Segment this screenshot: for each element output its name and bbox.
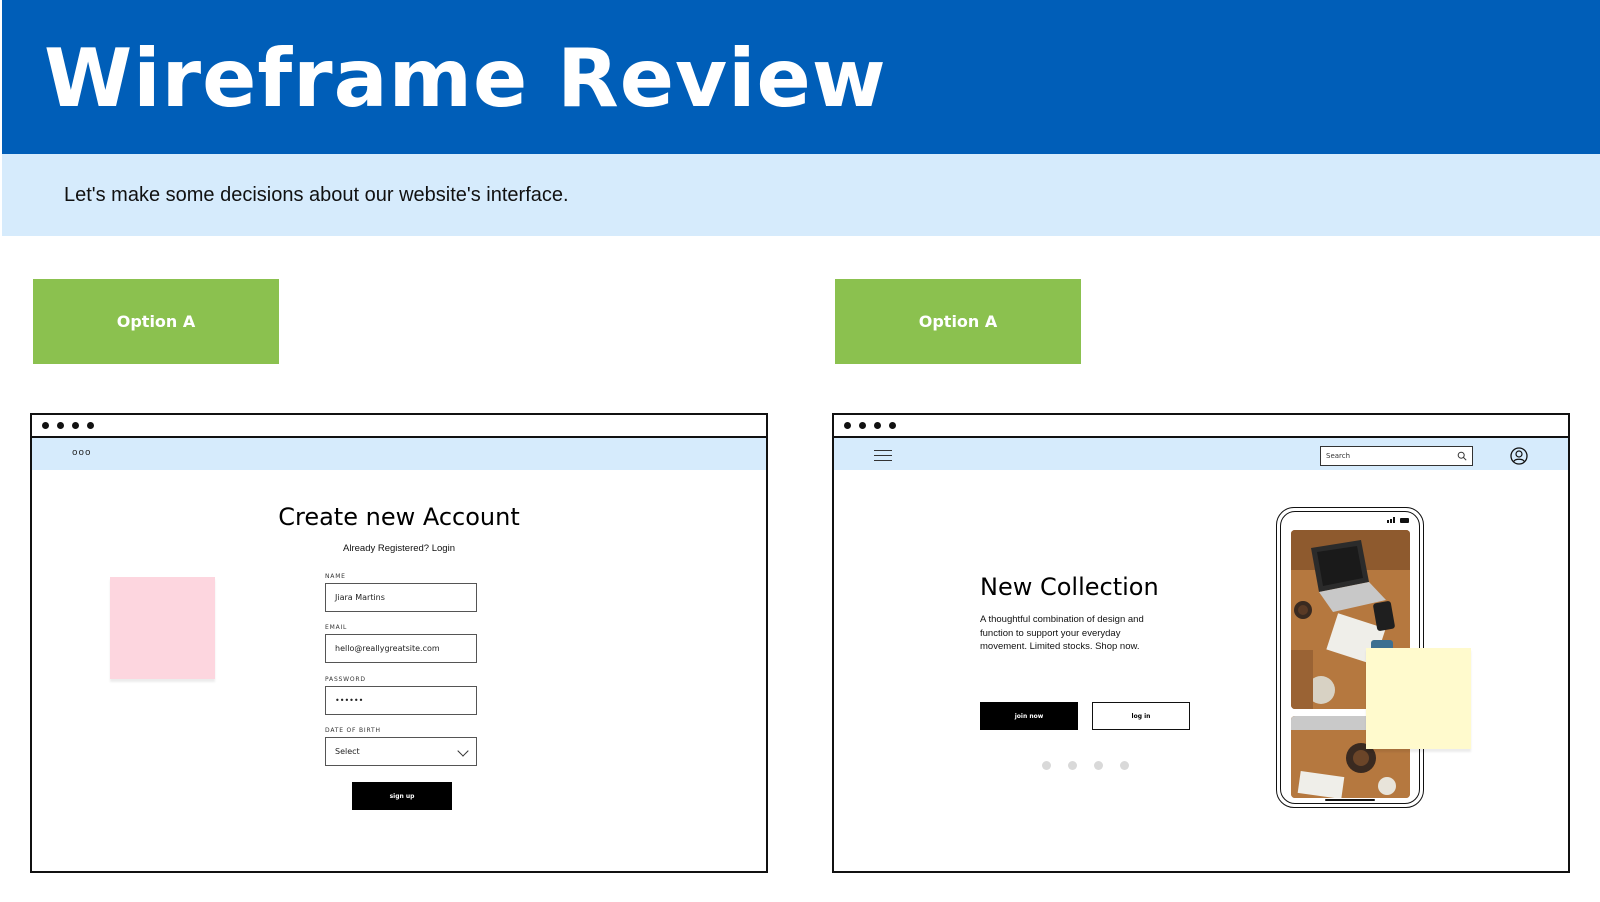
window-dot-icon xyxy=(874,422,881,429)
window-titlebar xyxy=(834,415,1568,438)
hamburger-menu-icon[interactable] xyxy=(874,450,892,462)
subtitle-banner: Let's make some decisions about our webs… xyxy=(2,154,1600,236)
carousel-dot[interactable] xyxy=(1042,761,1051,770)
carousel-dot[interactable] xyxy=(1094,761,1103,770)
window-titlebar xyxy=(32,415,766,438)
landing-wireframe: Search New Collection A thoughtful combi… xyxy=(832,413,1570,873)
page-title: Wireframe Review xyxy=(44,32,887,125)
window-dot-icon xyxy=(42,422,49,429)
home-indicator xyxy=(1325,799,1375,801)
name-value: Jiara Martins xyxy=(335,593,385,602)
wireframe-navbar: ooo xyxy=(32,438,766,470)
header-banner: Wireframe Review xyxy=(2,0,1600,154)
password-input[interactable]: •••••• xyxy=(325,686,477,715)
wireframe-navbar: Search xyxy=(834,438,1568,470)
dob-select[interactable]: Select xyxy=(325,737,477,766)
user-account-icon[interactable] xyxy=(1510,447,1528,465)
email-label: EMAIL xyxy=(325,624,348,631)
nav-logo[interactable]: ooo xyxy=(72,448,92,458)
carousel-dot[interactable] xyxy=(1120,761,1129,770)
sticky-note-pink xyxy=(110,577,215,679)
chevron-down-icon xyxy=(457,745,469,757)
window-dot-icon xyxy=(844,422,851,429)
hero-title: New Collection xyxy=(980,573,1159,601)
phone-status-icon xyxy=(1387,517,1409,523)
signup-title: Create new Account xyxy=(278,503,520,531)
hero-description: A thoughtful combination of design and f… xyxy=(980,614,1144,652)
password-value: •••••• xyxy=(335,696,364,705)
password-label: PASSWORD xyxy=(325,676,366,683)
window-dot-icon xyxy=(72,422,79,429)
name-input[interactable]: Jiara Martins xyxy=(325,583,477,612)
name-label: NAME xyxy=(325,573,346,580)
sticky-note-yellow xyxy=(1366,648,1471,749)
option-a-right-button[interactable]: Option A xyxy=(835,279,1081,364)
dob-label: DATE OF BIRTH xyxy=(325,727,381,734)
log-in-button[interactable]: log in xyxy=(1092,702,1190,730)
search-input[interactable]: Search xyxy=(1320,446,1473,466)
join-now-button[interactable]: join now xyxy=(980,702,1078,730)
signup-button[interactable]: sign up xyxy=(352,782,452,810)
email-input[interactable]: hello@reallygreatsite.com xyxy=(325,634,477,663)
window-dot-icon xyxy=(859,422,866,429)
page-subtitle: Let's make some decisions about our webs… xyxy=(64,184,569,206)
window-dot-icon xyxy=(889,422,896,429)
email-value: hello@reallygreatsite.com xyxy=(335,644,440,653)
dob-value: Select xyxy=(335,747,360,756)
window-dot-icon xyxy=(87,422,94,429)
login-link[interactable]: Already Registered? Login xyxy=(32,543,766,554)
window-dot-icon xyxy=(57,422,64,429)
carousel-dot[interactable] xyxy=(1068,761,1077,770)
signup-wireframe: ooo Create new Account Already Registere… xyxy=(30,413,768,873)
search-icon[interactable] xyxy=(1457,451,1467,461)
option-a-left-button[interactable]: Option A xyxy=(33,279,279,364)
search-placeholder: Search xyxy=(1326,452,1351,460)
